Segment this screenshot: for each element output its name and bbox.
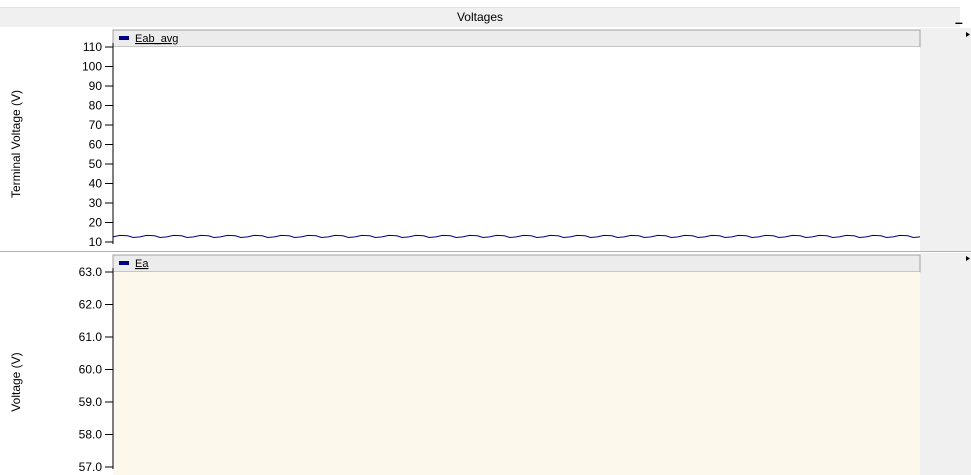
y-tick-label: 62.0 xyxy=(79,298,103,312)
y-tick-label: 20 xyxy=(89,216,103,230)
legend-bar xyxy=(112,254,921,273)
y-axis-label: Terminal Voltage (V) xyxy=(9,90,23,198)
terminal-voltage-panel: Eab_avg 10 20 30 40 50 60 70 80 90 100 110 Terminal … xyxy=(9,29,921,250)
y-tick-label: 70 xyxy=(89,118,103,132)
panel-1-side-strip xyxy=(920,28,971,252)
legend-swatch xyxy=(119,261,129,265)
y-tick-label: 58.0 xyxy=(79,428,103,442)
y-tick-label: 50 xyxy=(89,157,103,171)
y-tick-label: 110 xyxy=(83,40,102,54)
y-tick-label: 80 xyxy=(89,99,103,113)
y-axis-label: Voltage (V) xyxy=(9,352,23,411)
plot-area xyxy=(113,272,920,475)
y-tick-label: 30 xyxy=(89,196,103,210)
voltages-chart: Eab_avg 10 20 30 40 50 60 70 80 90 100 110 Terminal … xyxy=(0,28,971,475)
y-tick-label: 57.0 xyxy=(79,460,103,474)
y-tick-label: 40 xyxy=(89,177,103,191)
y-tick-label: 90 xyxy=(89,79,103,93)
y-tick-label: 61.0 xyxy=(79,330,103,344)
legend-bar xyxy=(112,29,921,48)
voltage-panel: Ea 57.0 58.0 59.0 60.0 61.0 62.0 63.0 Voltage (V… xyxy=(9,254,921,475)
legend-entry: Ea xyxy=(135,258,149,270)
plot-area xyxy=(113,47,920,250)
legend-entry: Eab_avg xyxy=(135,33,178,45)
y-tick-label: 63.0 xyxy=(79,265,103,279)
y-tick-label: 59.0 xyxy=(79,395,103,409)
y-tick-label: 100 xyxy=(82,60,102,74)
y-tick-label: 10 xyxy=(89,235,103,249)
y-tick-label: 60.0 xyxy=(79,363,103,377)
panel-2-side-strip xyxy=(920,253,971,475)
legend-swatch xyxy=(119,36,129,40)
y-tick-label: 60 xyxy=(89,138,103,152)
